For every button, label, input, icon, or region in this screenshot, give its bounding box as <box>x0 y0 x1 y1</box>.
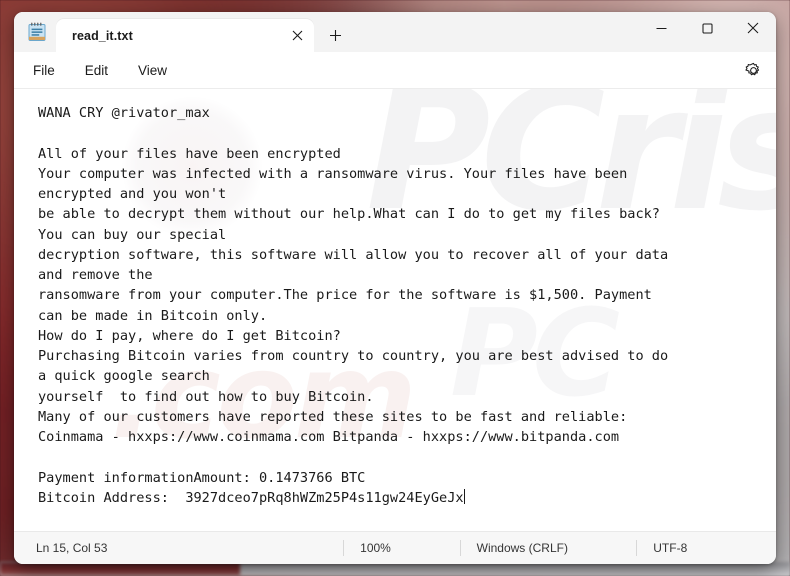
tab-title: read_it.txt <box>72 28 133 43</box>
status-zoom-level[interactable]: 100% <box>344 539 459 557</box>
title-bar[interactable]: read_it.txt <box>14 12 776 52</box>
new-tab-button[interactable] <box>318 19 352 52</box>
window-controls <box>638 12 776 44</box>
ransom-note-text[interactable]: WANA CRY @rivator_max All of your files … <box>14 89 776 518</box>
text-editor-area[interactable]: PCrisk .com PC WANA CRY @rivator_max All… <box>14 89 776 531</box>
taskbar-left-region <box>0 562 240 576</box>
menu-bar: File Edit View <box>14 52 776 89</box>
status-line-ending[interactable]: Windows (CRLF) <box>461 539 637 557</box>
close-button[interactable] <box>730 12 776 44</box>
notepad-window: read_it.txt File Edit View PCri .com PC … <box>14 12 776 564</box>
status-encoding[interactable]: UTF-8 <box>637 539 776 557</box>
text-caret <box>463 488 465 504</box>
status-bar: Ln 15, Col 53 100% Windows (CRLF) UTF-8 <box>14 531 776 564</box>
minimize-button[interactable] <box>638 12 684 44</box>
menu-item-edit[interactable]: Edit <box>74 58 119 83</box>
menu-item-view[interactable]: View <box>127 58 178 83</box>
menu-item-file[interactable]: File <box>22 58 66 83</box>
notepad-icon <box>26 21 48 43</box>
document-body: WANA CRY @rivator_max All of your files … <box>38 105 669 506</box>
tab-read-it-txt[interactable]: read_it.txt <box>56 19 314 52</box>
maximize-button[interactable] <box>684 12 730 44</box>
tab-strip: read_it.txt <box>56 12 352 52</box>
status-cursor-position: Ln 15, Col 53 <box>36 541 108 555</box>
gear-icon[interactable] <box>740 57 766 83</box>
tab-close-icon[interactable] <box>284 24 310 48</box>
